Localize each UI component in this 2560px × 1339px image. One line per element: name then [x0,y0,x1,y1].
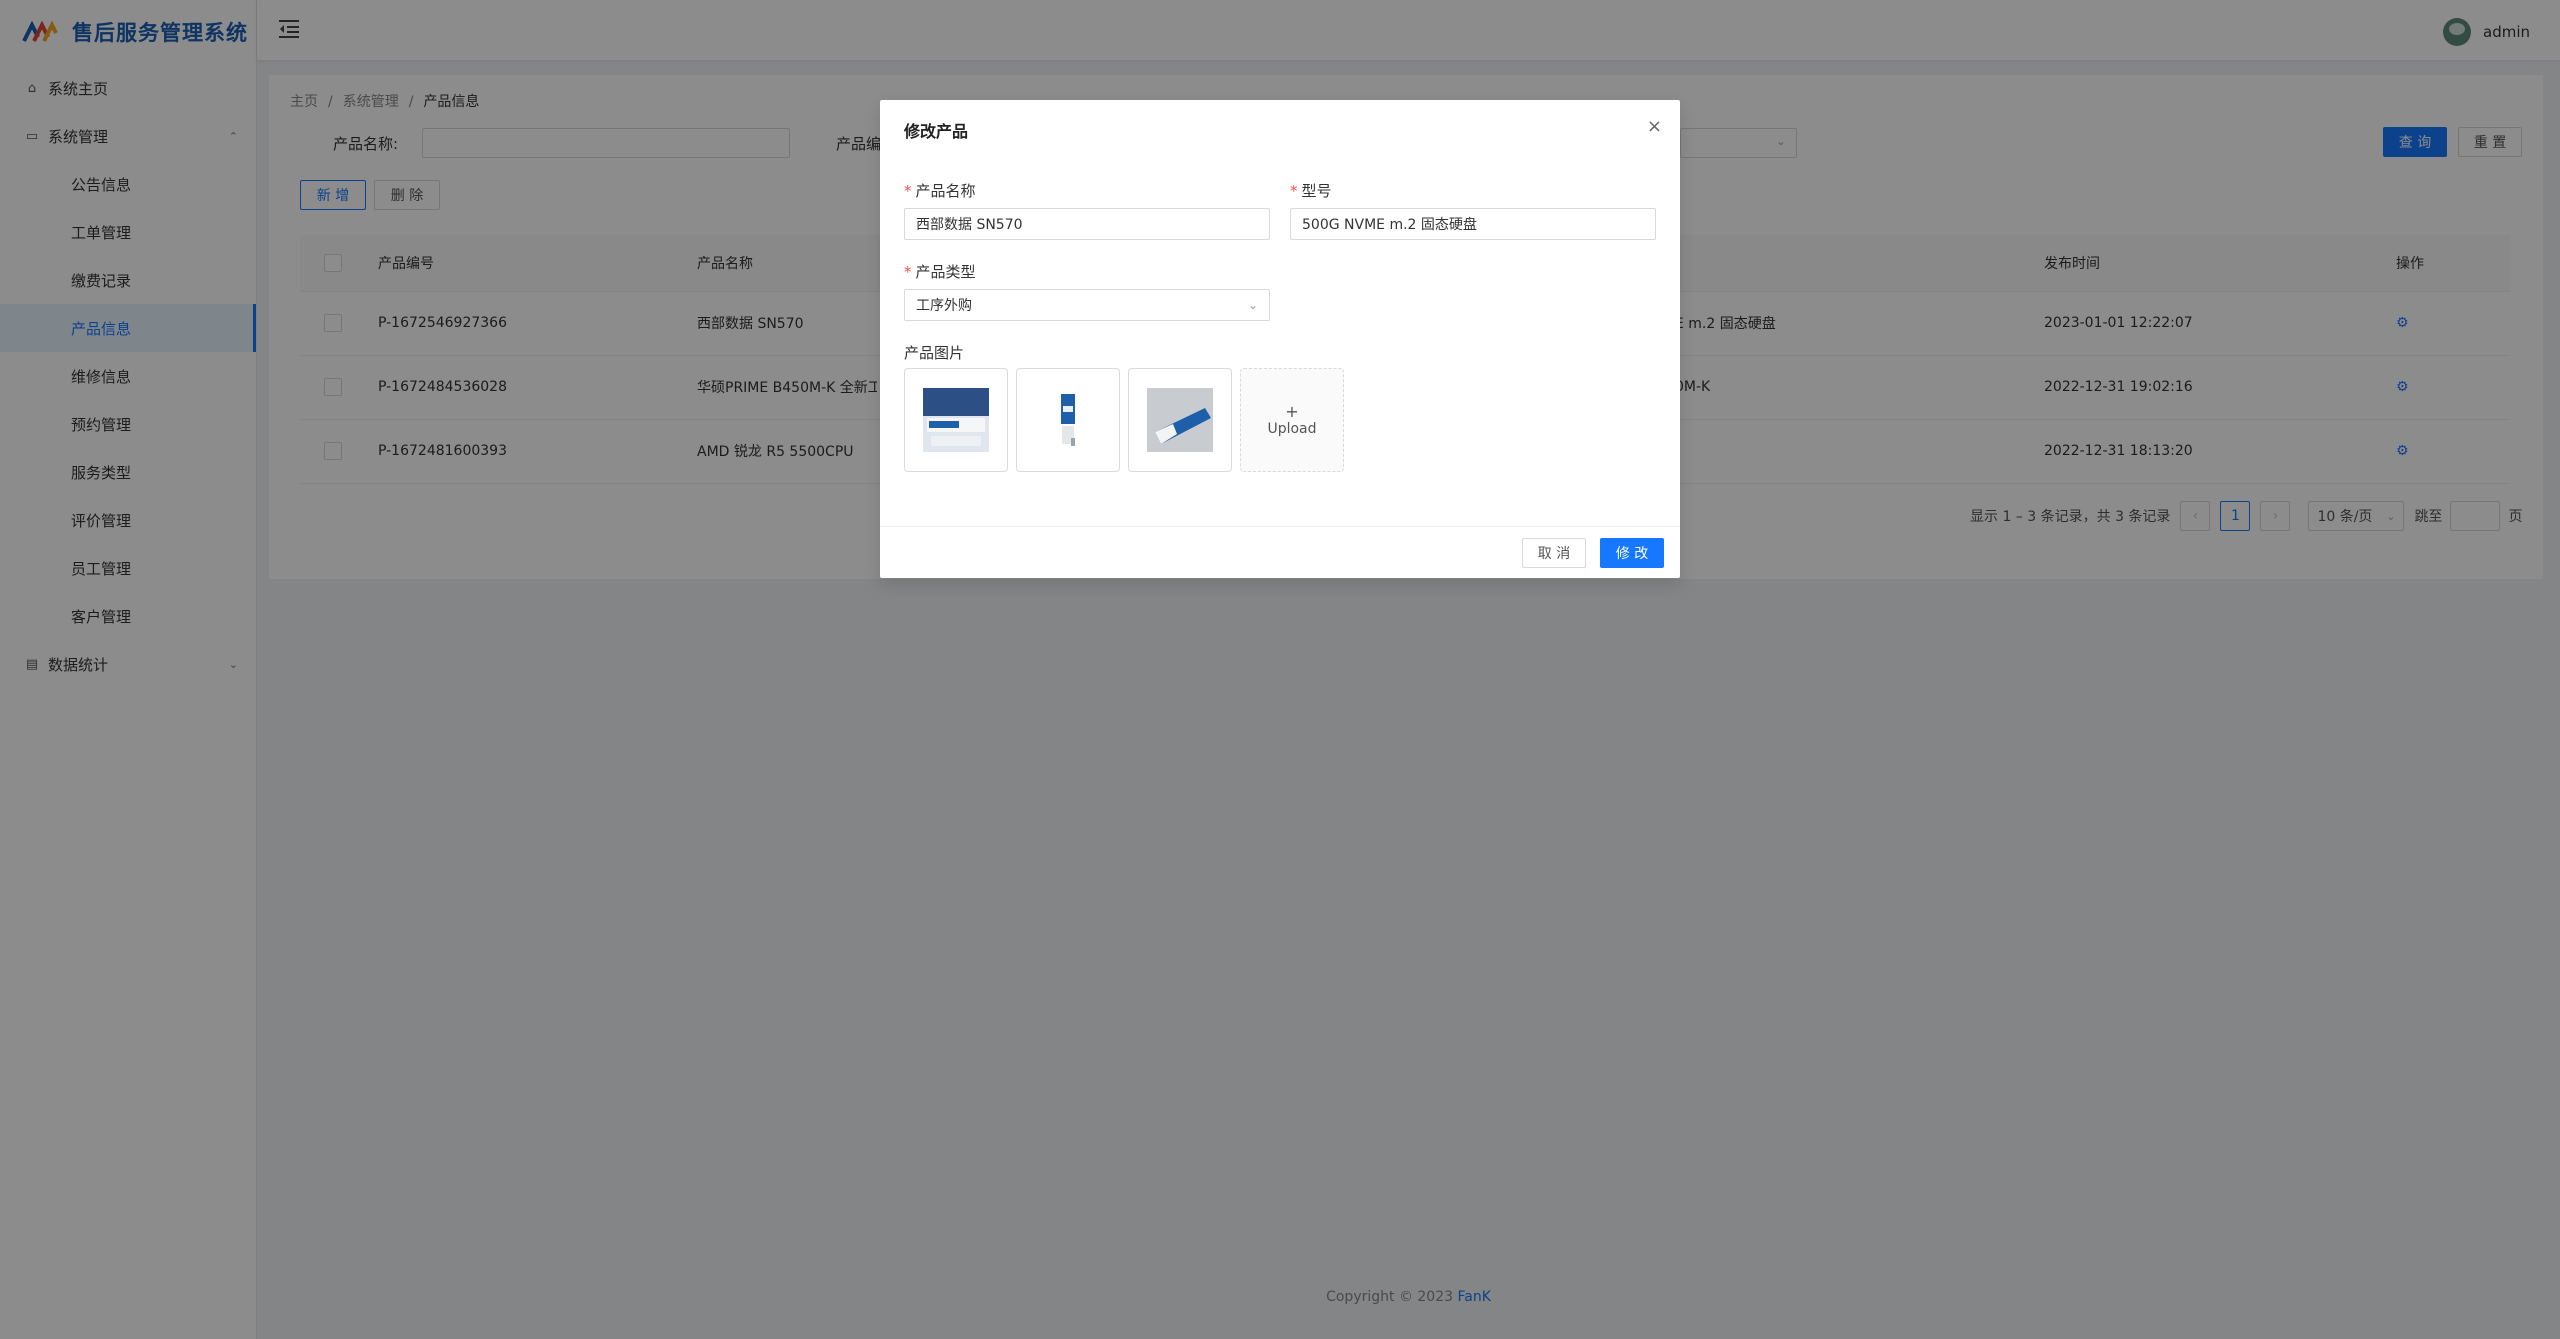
product-image-thumb[interactable] [904,368,1008,472]
chevron-down-icon: ⌄ [1247,298,1258,312]
product-type-label-text: 产品类型 [915,263,976,281]
model-input[interactable]: 500G NVME m.2 固态硬盘 [1290,208,1656,240]
product-name-label-text: 产品名称 [915,182,976,200]
product-image-label: 产品图片 [904,344,965,362]
edit-product-modal: 修改产品 × * 产品名称 西部数据 SN570 * 型号 500G NVME m.… [880,100,1680,578]
product-name-label: * 产品名称 [904,182,976,200]
plus-icon: + [1285,402,1299,421]
model-label: * 型号 [1290,182,1332,200]
cancel-button[interactable]: 取 消 [1522,538,1586,568]
product-type-select[interactable]: 工序外购 ⌄ [904,289,1270,321]
ssd-image-3 [1147,388,1213,452]
product-image-thumb[interactable] [1016,368,1120,472]
product-name-input[interactable]: 西部数据 SN570 [904,208,1270,240]
upload-label: Upload [1267,421,1317,437]
product-image-thumb[interactable] [1128,368,1232,472]
product-type-value: 工序外购 [916,298,972,314]
ssd-image-2 [1061,394,1075,446]
upload-button[interactable]: + Upload [1240,368,1344,472]
modal-footer: 取 消 修 改 [880,526,1680,579]
submit-button[interactable]: 修 改 [1600,538,1664,568]
close-icon[interactable]: × [1647,116,1662,137]
model-label-text: 型号 [1301,182,1332,200]
ssd-image-1 [923,388,989,452]
product-type-label: * 产品类型 [904,263,976,281]
modal-title: 修改产品 [904,122,969,141]
